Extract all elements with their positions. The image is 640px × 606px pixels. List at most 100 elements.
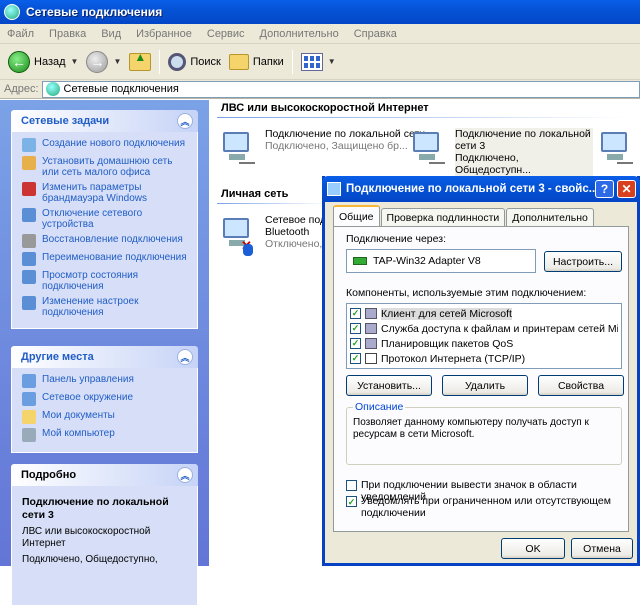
menu-view[interactable]: Вид: [94, 28, 129, 40]
address-field[interactable]: Сетевые подключения: [41, 80, 640, 98]
up-button[interactable]: [125, 47, 155, 77]
install-button[interactable]: Установить...: [346, 375, 432, 396]
rename-icon: [22, 252, 36, 266]
place-label: Сетевое окружение: [42, 392, 134, 403]
details-header[interactable]: Подробно ︽: [11, 464, 198, 486]
details-panel: Подробно ︽ Подключение по локальной сети…: [11, 464, 198, 606]
task-label: Восстановление подключения: [42, 234, 183, 245]
tab-general[interactable]: Общие: [333, 205, 380, 226]
description-text: Позволяет данному компьютеру получать до…: [353, 417, 589, 440]
folders-label: Папки: [252, 55, 284, 68]
menu-edit[interactable]: Правка: [42, 28, 94, 40]
network-tasks-header[interactable]: Сетевые задачи ︽: [11, 110, 198, 132]
settings-icon: [22, 296, 36, 310]
details-title: Подробно: [21, 469, 77, 481]
checkbox-unchecked[interactable]: [346, 480, 357, 491]
search-button[interactable]: Поиск: [164, 47, 224, 77]
back-button[interactable]: ← Назад ▼: [4, 47, 82, 77]
connection-bluetooth[interactable]: ✕ Сетевое подк Bluetooth Отключено, ...: [219, 214, 334, 256]
tab-advanced[interactable]: Дополнительно: [506, 208, 594, 226]
window-titlebar[interactable]: Сетевые подключения: [0, 0, 640, 24]
close-button[interactable]: ✕: [617, 180, 636, 198]
task-rename[interactable]: Переименование подключения: [22, 252, 191, 266]
menu-file[interactable]: Файл: [0, 28, 42, 40]
component-item[interactable]: ✓ Планировщик пакетов QoS: [350, 336, 618, 351]
task-label: Изменение настроек подключения: [42, 296, 139, 318]
components-list[interactable]: ✓ Клиент для сетей Microsoft ✓ Служба дост…: [346, 303, 622, 369]
views-icon: [300, 52, 323, 71]
component-item[interactable]: ✓ Клиент для сетей Microsoft: [350, 306, 618, 321]
connection-lan-other[interactable]: [597, 128, 640, 168]
menu-tools[interactable]: Сервис: [200, 28, 253, 40]
new-connection-icon: [22, 138, 36, 152]
details-connection-type: ЛВС или высокоскоростной Интернет: [22, 526, 151, 549]
task-create-connection[interactable]: Создание нового подключения: [22, 138, 191, 152]
chevron-down-icon[interactable]: ▼: [113, 57, 121, 66]
network-tasks-panel: Сетевые задачи ︽ Создание нового подключ…: [11, 110, 198, 329]
checkbox-checked[interactable]: ✓: [350, 338, 361, 349]
collapse-icon[interactable]: ︽: [177, 113, 193, 129]
network-tasks-body: Создание нового подключения Установить д…: [11, 132, 198, 329]
remove-button[interactable]: Удалить: [442, 375, 528, 396]
folders-button[interactable]: Папки: [225, 47, 288, 77]
cancel-button[interactable]: Отмена: [571, 538, 633, 559]
lan-connection-icon: [409, 128, 449, 168]
place-control-panel[interactable]: Панель управления: [22, 374, 191, 388]
properties-dialog: Подключение по локальной сети 3 - свойс.…: [322, 176, 640, 566]
toolbar: ← Назад ▼ → ▼ Поиск Папки ▼: [0, 44, 640, 80]
task-label: Создание нового подключения: [42, 138, 185, 149]
checkbox-checked[interactable]: ✓: [350, 323, 361, 334]
views-button[interactable]: ▼: [297, 47, 340, 77]
bluetooth-icon: [243, 244, 253, 256]
menu-advanced[interactable]: Дополнительно: [253, 28, 347, 40]
connection-lan-3[interactable]: Подключение по локальной сети 3 Подключе…: [409, 128, 593, 176]
collapse-icon[interactable]: ︽: [177, 349, 193, 365]
task-repair[interactable]: Восстановление подключения: [22, 234, 191, 248]
connection-status: Подключено, Общедоступн...: [455, 152, 531, 176]
properties-button[interactable]: Свойства: [538, 375, 624, 396]
checkbox-checked[interactable]: ✓: [350, 308, 361, 319]
forward-button[interactable]: → ▼: [82, 47, 125, 77]
other-places-header[interactable]: Другие места ︽: [11, 346, 198, 368]
network-connections-icon: [4, 4, 20, 20]
ok-button[interactable]: OK: [501, 538, 565, 559]
folders-icon: [228, 53, 249, 70]
checkbox-checked[interactable]: ✓: [350, 353, 361, 364]
task-change-settings[interactable]: Изменение настроек подключения: [22, 296, 191, 318]
search-icon: [168, 52, 187, 71]
place-my-computer[interactable]: Мой компьютер: [22, 428, 191, 442]
task-pane: Сетевые задачи ︽ Создание нового подключ…: [0, 100, 209, 606]
component-item[interactable]: ✓ Служба доступа к файлам и принтерам сет…: [350, 321, 618, 336]
description-label: Описание: [353, 401, 406, 413]
task-home-network[interactable]: Установить домашнюю сеть или сеть малого…: [22, 156, 191, 178]
collapse-icon[interactable]: ︽: [177, 467, 193, 483]
tab-authentication[interactable]: Проверка подлинности: [380, 208, 506, 226]
network-connections-icon: [45, 82, 60, 96]
task-label: Просмотр состояния подключения: [42, 270, 139, 292]
details-connection-status: Подключено, Общедоступно,: [22, 554, 158, 565]
task-view-status[interactable]: Просмотр состояния подключения: [22, 270, 191, 292]
general-tab-page: Подключение через: TAP-Win32 Adapter V8 …: [333, 226, 629, 532]
dialog-titlebar[interactable]: Подключение по локальной сети 3 - свойс.…: [322, 176, 640, 202]
component-item[interactable]: ✓ Протокол Интернета (TCP/IP): [350, 351, 618, 366]
search-label: Поиск: [190, 55, 221, 68]
address-label: Адрес:: [4, 83, 39, 95]
checkbox-checked[interactable]: ✓: [346, 496, 357, 507]
notify-option[interactable]: ✓ Уведомлять при ограниченном или отсутс…: [346, 495, 626, 519]
place-network-neighborhood[interactable]: Сетевое окружение: [22, 392, 191, 406]
address-bar: Адрес: Сетевые подключения: [0, 80, 640, 99]
task-disable-device[interactable]: Отключение сетевого устройства: [22, 208, 191, 230]
task-firewall[interactable]: Изменить параметры брандмауэра Windows: [22, 182, 191, 204]
connection-lan-1[interactable]: Подключение по локальной сети Подключено…: [219, 128, 425, 168]
menu-favorites[interactable]: Избранное: [129, 28, 200, 40]
chevron-down-icon[interactable]: ▼: [328, 57, 336, 66]
menu-help[interactable]: Справка: [347, 28, 405, 40]
help-button[interactable]: ?: [595, 180, 614, 198]
configure-button[interactable]: Настроить...: [544, 251, 622, 272]
toolbar-separator: [291, 49, 293, 74]
group-header-personal: Личная сеть: [221, 188, 289, 200]
other-places-title: Другие места: [21, 351, 94, 363]
place-my-documents[interactable]: Мои документы: [22, 410, 191, 424]
status-icon: [22, 270, 36, 284]
chevron-down-icon[interactable]: ▼: [71, 57, 79, 66]
